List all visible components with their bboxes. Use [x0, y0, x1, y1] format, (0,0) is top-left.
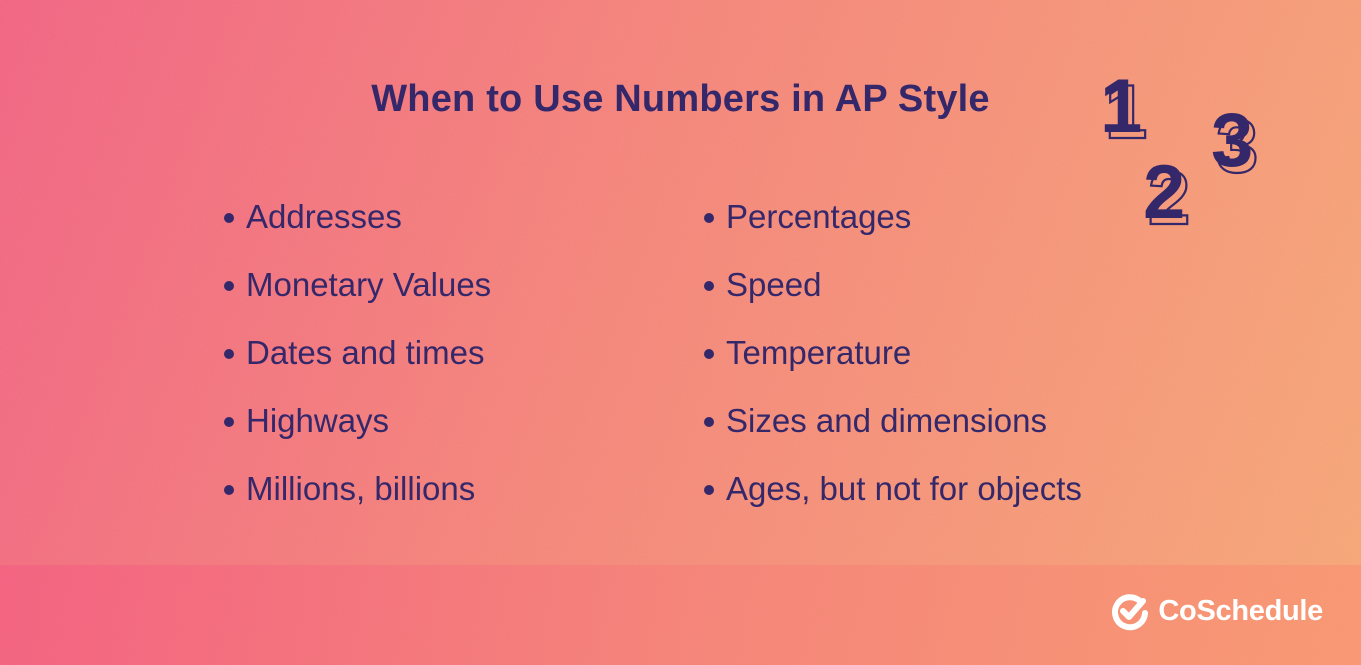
digit-two: 2 [1143, 150, 1185, 235]
bullet-icon [704, 485, 714, 495]
list-item: Ages, but not for objects [704, 455, 1082, 523]
list-item-label: Ages, but not for objects [726, 470, 1082, 507]
usage-list-left: Addresses Monetary Values Dates and time… [224, 183, 491, 523]
list-item-label: Sizes and dimensions [726, 402, 1048, 439]
list-item: Highways [224, 387, 491, 455]
list-item: Sizes and dimensions [704, 387, 1082, 455]
list-item-label: Highways [246, 402, 390, 439]
coschedule-logo: CoSchedule [1110, 591, 1323, 631]
list-item-label: Speed [726, 266, 822, 303]
bullet-icon [224, 485, 234, 495]
list-item-label: Addresses [246, 198, 402, 235]
list-item-label: Temperature [726, 334, 912, 371]
digit-three: 3 [1211, 98, 1253, 183]
bullet-icon [704, 281, 714, 291]
bullet-icon [704, 417, 714, 427]
list-item-label: Percentages [726, 198, 912, 235]
brand-name: CoSchedule [1158, 594, 1323, 627]
bullet-icon [704, 213, 714, 223]
list-item: Speed [704, 251, 1082, 319]
digit-one: 1 [1100, 64, 1142, 149]
list-item: Addresses [224, 183, 491, 251]
bullet-icon [704, 349, 714, 359]
list-item: Dates and times [224, 319, 491, 387]
list-item-label: Dates and times [246, 334, 485, 371]
usage-list-right: Percentages Speed Temperature Sizes and … [704, 183, 1082, 523]
list-item: Temperature [704, 319, 1082, 387]
bullet-icon [224, 417, 234, 427]
bullet-icon [224, 281, 234, 291]
bullet-icon [224, 349, 234, 359]
list-item: Millions, billions [224, 455, 491, 523]
coschedule-check-logo-icon [1112, 594, 1149, 631]
list-item-label: Monetary Values [246, 266, 492, 303]
list-item: Monetary Values [224, 251, 491, 319]
list-item: Percentages [704, 183, 1082, 251]
numbers-123-illustration: 1 2 3 1 2 3 [1100, 64, 1259, 242]
bullet-icon [224, 213, 234, 223]
list-item-label: Millions, billions [246, 470, 476, 507]
